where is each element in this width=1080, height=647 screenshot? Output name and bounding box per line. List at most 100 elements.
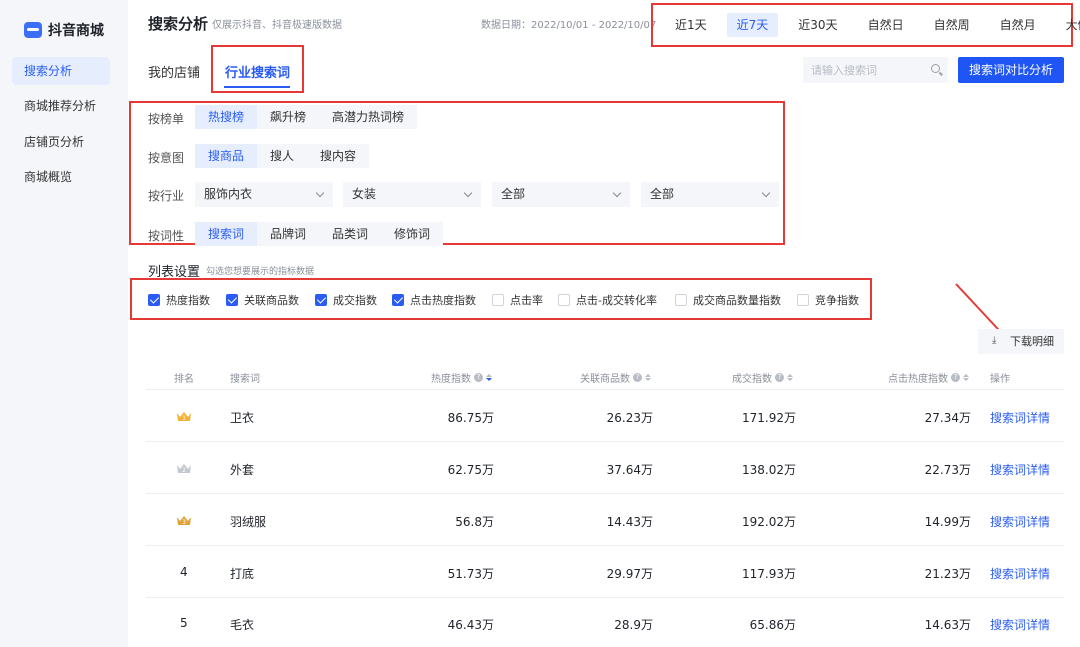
time-tab-promotion[interactable]: 大促 — [1056, 13, 1080, 37]
sort-icon[interactable] — [963, 374, 969, 381]
sort-icon[interactable] — [645, 374, 651, 381]
chevron-down-icon — [315, 188, 325, 198]
deal-cell: 117.93万 — [742, 567, 796, 581]
keyword-detail-link[interactable]: 搜索词详情 — [990, 565, 1050, 582]
metric-label: 点击热度指数 — [410, 294, 476, 307]
chip-rising[interactable]: 飙升榜 — [257, 105, 319, 129]
help-icon[interactable]: ? — [951, 373, 960, 382]
board-chip-group: 热搜榜 飙升榜 高潜力热词榜 — [195, 105, 418, 129]
metric-checkbox-ctr[interactable]: 点击率 — [492, 292, 543, 308]
industry-select-level1[interactable]: 服饰内衣 — [195, 182, 333, 207]
checkbox-icon[interactable] — [558, 294, 570, 306]
row-divider — [146, 597, 1064, 598]
sort-icon[interactable] — [787, 374, 793, 381]
chip-search-people[interactable]: 搜人 — [257, 144, 307, 168]
industry-select-level2[interactable]: 女装 — [343, 182, 481, 207]
deal-cell: 138.02万 — [742, 463, 796, 477]
click-heat-cell: 27.34万 — [924, 411, 971, 425]
chip-modifier-word[interactable]: 修饰词 — [381, 222, 443, 246]
filter-label-intent: 按意图 — [148, 151, 185, 165]
checkbox-icon[interactable] — [315, 294, 327, 306]
keyword-cell: 卫衣 — [230, 411, 255, 425]
metric-checkbox-click-heat[interactable]: 点击热度指数 — [392, 292, 476, 308]
keyword-detail-link[interactable]: 搜索词详情 — [990, 513, 1050, 530]
metric-checkbox-click-conversion[interactable]: 点击-成交转化率 — [558, 292, 657, 308]
header-text: 点击热度指数 — [888, 374, 948, 385]
time-tab-1d[interactable]: 近1天 — [665, 13, 717, 37]
download-details-button[interactable]: ⤓ 下载明细 — [978, 329, 1064, 354]
checkbox-icon[interactable] — [226, 294, 238, 306]
svg-text:3: 3 — [182, 519, 186, 526]
silver-crown-icon: 2 — [177, 464, 191, 474]
heat-cell: 62.75万 — [447, 463, 494, 477]
shop-bag-icon — [24, 22, 42, 38]
search-input[interactable] — [811, 63, 921, 77]
rank-cell: 5 — [180, 616, 188, 630]
rank-cell: 4 — [180, 565, 188, 579]
logo[interactable]: 抖音商城 — [24, 20, 104, 40]
intent-chip-group: 搜商品 搜人 搜内容 — [195, 144, 370, 168]
checkbox-icon[interactable] — [492, 294, 504, 306]
chip-high-potential[interactable]: 高潜力热词榜 — [319, 105, 417, 129]
metric-checkbox-deal-quantity[interactable]: 成交商品数量指数 — [675, 292, 781, 308]
sidebar-item-mall-overview[interactable]: 商城概览 — [12, 163, 110, 191]
checkbox-icon[interactable] — [392, 294, 404, 306]
column-header-click-heat[interactable]: 点击热度指数 ? — [888, 370, 969, 385]
sidebar-item-search-analysis[interactable]: 搜索分析 — [12, 57, 110, 85]
header-text: 关联商品数 — [580, 374, 630, 385]
industry-select-level4[interactable]: 全部 — [641, 182, 779, 207]
column-header-heat[interactable]: 热度指数 ? — [431, 370, 492, 385]
time-tab-7d[interactable]: 近7天 — [726, 13, 779, 37]
help-icon[interactable]: ? — [775, 373, 784, 382]
help-icon[interactable]: ? — [633, 373, 642, 382]
metric-checkbox-heat[interactable]: 热度指数 — [148, 292, 210, 308]
select-value: 全部 — [501, 187, 526, 201]
sidebar-item-shop-page-analysis[interactable]: 店铺页分析 — [12, 128, 110, 156]
chip-search-word[interactable]: 搜索词 — [195, 222, 258, 246]
gold-crown-icon: 1 — [177, 412, 191, 422]
time-tab-natural-week[interactable]: 自然周 — [924, 13, 980, 37]
keyword-detail-link[interactable]: 搜索词详情 — [990, 409, 1050, 426]
header-text: 热度指数 — [431, 374, 471, 385]
chip-brand-word[interactable]: 品牌词 — [257, 222, 319, 246]
compare-keywords-button[interactable]: 搜索词对比分析 — [958, 57, 1064, 83]
click-heat-cell: 21.23万 — [924, 567, 971, 581]
filter-label-industry: 按行业 — [148, 189, 185, 203]
search-icon[interactable] — [931, 64, 940, 73]
chip-search-product[interactable]: 搜商品 — [195, 144, 258, 168]
sidebar-item-recommend-analysis[interactable]: 商城推荐分析 — [12, 92, 110, 120]
checkbox-icon[interactable] — [675, 294, 687, 306]
metric-checkbox-deal[interactable]: 成交指数 — [315, 292, 377, 308]
click-heat-cell: 22.73万 — [924, 463, 971, 477]
time-tab-30d[interactable]: 近30天 — [788, 13, 847, 37]
help-icon[interactable]: ? — [474, 373, 483, 382]
related-cell: 37.64万 — [606, 463, 653, 477]
download-label: 下载明细 — [1010, 335, 1054, 348]
chip-hot-search[interactable]: 热搜榜 — [195, 105, 258, 129]
sort-icon[interactable] — [486, 374, 492, 381]
tab-my-shop[interactable]: 我的店铺 — [148, 62, 200, 81]
checkbox-icon[interactable] — [148, 294, 160, 306]
tab-industry-keywords[interactable]: 行业搜索词 — [225, 62, 290, 81]
column-header-deal[interactable]: 成交指数 ? — [732, 370, 793, 385]
related-cell: 26.23万 — [606, 411, 653, 425]
deal-cell: 192.02万 — [742, 515, 796, 529]
keyword-detail-link[interactable]: 搜索词详情 — [990, 616, 1050, 633]
row-divider — [146, 441, 1064, 442]
column-header-related[interactable]: 关联商品数 ? — [580, 370, 651, 385]
checkbox-icon[interactable] — [797, 294, 809, 306]
time-tab-natural-month[interactable]: 自然月 — [990, 13, 1046, 37]
industry-select-level3[interactable]: 全部 — [492, 182, 630, 207]
chip-category-word[interactable]: 品类词 — [319, 222, 381, 246]
time-tab-natural-day[interactable]: 自然日 — [858, 13, 914, 37]
metric-label: 成交指数 — [333, 294, 377, 307]
chip-search-content[interactable]: 搜内容 — [307, 144, 369, 168]
bronze-crown-icon: 3 — [177, 516, 191, 526]
column-header-action: 操作 — [990, 370, 1010, 385]
metric-checkbox-related-products[interactable]: 关联商品数 — [226, 292, 299, 308]
metric-label: 点击-成交转化率 — [576, 294, 657, 307]
keyword-detail-link[interactable]: 搜索词详情 — [990, 461, 1050, 478]
logo-text: 抖音商城 — [48, 23, 104, 39]
click-heat-cell: 14.99万 — [924, 515, 971, 529]
metric-checkbox-competition[interactable]: 竞争指数 — [797, 292, 859, 308]
